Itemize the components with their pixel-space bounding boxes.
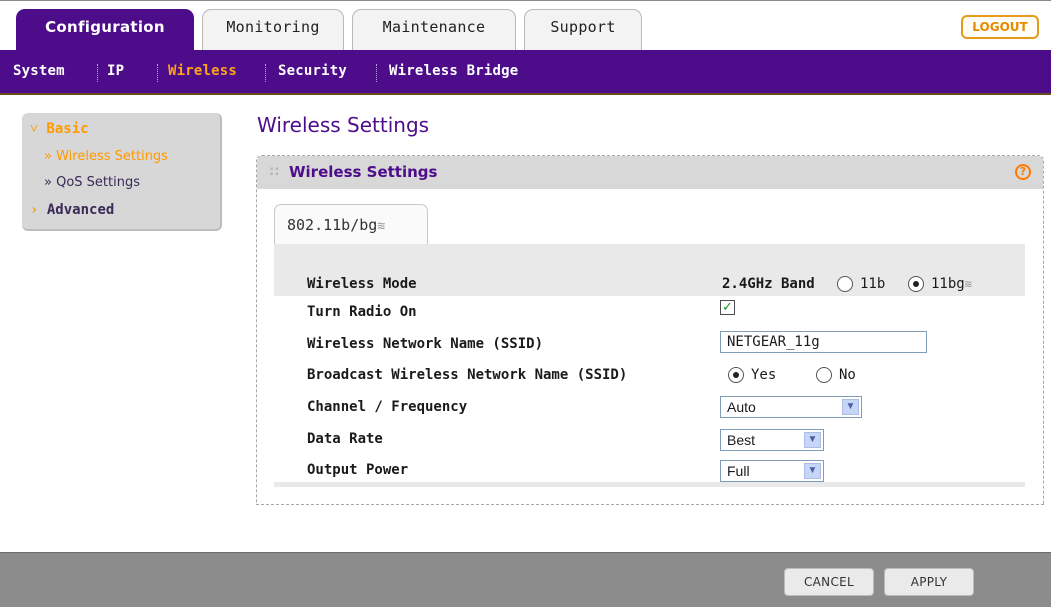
subnav-separator [265,64,266,82]
chevron-right-icon: › [30,202,39,218]
wifi-icon: ≋ [377,219,386,234]
subtab-label: 802.11b/bg [287,216,378,234]
nav-qos-settings[interactable]: » QoS Settings [44,175,140,190]
subnav-separator [376,64,377,82]
chevron-down-icon[interactable]: ▼ [804,432,821,448]
nav-advanced[interactable]: › Advanced [30,202,114,218]
wifi-icon: ≋ [964,277,972,291]
mode-11bg-radio[interactable] [908,276,924,292]
wireless-mode-label: Wireless Mode [307,276,417,292]
chevron-down-icon: ˅ [30,121,38,137]
tab-802-11b-bg[interactable]: 802.11b/bg≋ [274,204,428,244]
panel-title: Wireless Settings [289,163,438,181]
tab-monitoring[interactable]: Monitoring [202,9,344,51]
nav-wireless-settings-label: Wireless Settings [56,149,168,164]
tab-support[interactable]: Support [524,9,642,51]
channel-select-value: Auto [727,399,756,415]
panel-header: :: Wireless Settings ? [257,156,1043,189]
band-label: 2.4GHz Band [722,276,815,292]
mode-11b-radio[interactable] [837,276,853,292]
mode-11b-label: 11b [860,276,886,292]
apply-button[interactable]: APPLY [884,568,974,596]
subnav-ip[interactable]: IP [107,63,124,79]
nav-advanced-label: Advanced [46,202,115,218]
nav-basic-label: Basic [46,121,89,137]
ssid-label: Wireless Network Name (SSID) [307,336,544,352]
broadcast-yes-radio[interactable] [728,367,744,383]
broadcast-no-radio[interactable] [816,367,832,383]
subnav-separator [97,64,98,82]
subnav-wireless[interactable]: Wireless [168,63,237,79]
logout-button[interactable]: LOGOUT [961,15,1039,39]
mode-11bg-label: 11bg≋ [931,276,972,292]
channel-label: Channel / Frequency [307,399,468,415]
sub-navigation: System IP Wireless Security Wireless Bri… [0,50,1051,95]
data-rate-select-value: Best [727,432,756,448]
nav-wireless-settings[interactable]: » Wireless Settings [44,149,168,164]
grip-dots-icon: :: [269,164,280,179]
double-chevron-icon: » [44,175,52,190]
data-rate-label: Data Rate [307,431,383,447]
left-navigation: ˅ Basic » Wireless Settings » QoS Settin… [22,113,222,231]
subnav-wireless-bridge[interactable]: Wireless Bridge [389,63,518,79]
channel-select[interactable]: Auto ▼ [720,396,862,418]
top-tab-bar: Configuration Monitoring Maintenance Sup… [0,0,1051,51]
broadcast-yes-label: Yes [751,367,777,383]
page-title: Wireless Settings [257,113,430,137]
subnav-system[interactable]: System [13,63,65,79]
nav-basic[interactable]: ˅ Basic [30,121,89,138]
subnav-security[interactable]: Security [278,63,347,79]
settings-form: Wireless Mode 2.4GHz Band 11b 11bg≋ Turn… [274,244,1025,487]
cancel-button[interactable]: CANCEL [784,568,874,596]
output-power-select-value: Full [727,463,750,479]
output-power-select[interactable]: Full ▼ [720,460,824,482]
wireless-settings-panel: :: Wireless Settings ? 802.11b/bg≋ Wirel… [256,155,1044,505]
double-chevron-icon: » [44,149,52,164]
broadcast-no-label: No [839,367,856,383]
settings-form-body [274,296,1025,482]
nav-qos-settings-label: QoS Settings [56,175,140,190]
chevron-down-icon[interactable]: ▼ [804,463,821,479]
ssid-input[interactable]: NETGEAR_11g [720,331,927,353]
turn-radio-on-checkbox[interactable]: ✓ [720,300,735,315]
turn-radio-on-label: Turn Radio On [307,304,417,320]
help-icon[interactable]: ? [1015,164,1031,180]
chevron-down-icon[interactable]: ▼ [842,399,859,415]
data-rate-select[interactable]: Best ▼ [720,429,824,451]
broadcast-ssid-label: Broadcast Wireless Network Name (SSID) [307,367,628,383]
output-power-label: Output Power [307,462,409,478]
tab-configuration[interactable]: Configuration [16,9,194,51]
tab-maintenance[interactable]: Maintenance [352,9,516,51]
footer-bar: CANCEL APPLY [0,552,1051,607]
subnav-separator [157,64,158,82]
